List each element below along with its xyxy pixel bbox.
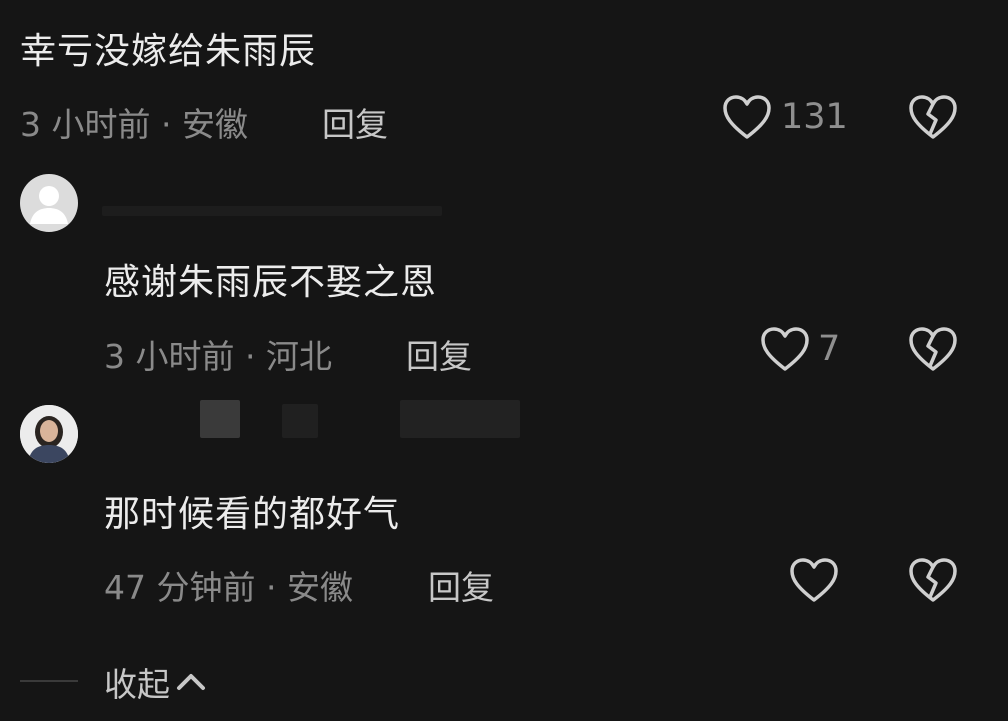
reply-button[interactable]: 回复	[428, 561, 494, 609]
heart-outline-icon	[723, 95, 771, 139]
like-button[interactable]	[789, 557, 839, 605]
comment-thread: 幸亏没嫁给朱雨辰 3 小时前 · 安徽 回复 131 感谢朱雨辰不娶之恩 3 小…	[0, 0, 1008, 721]
like-button[interactable]	[722, 94, 772, 142]
broken-heart-icon	[909, 558, 957, 602]
avatar[interactable]	[20, 174, 78, 232]
comment-meta: 3 小时前 · 安徽	[20, 105, 248, 144]
divider	[20, 680, 78, 682]
like-count: 131	[781, 97, 848, 137]
like-count: 7	[818, 329, 841, 369]
comment-meta: 47 分钟前 · 安徽	[104, 568, 353, 607]
reply-button[interactable]: 回复	[322, 98, 388, 146]
comment-meta: 3 小时前 · 河北	[104, 337, 332, 376]
comment-text: 那时候看的都好气	[104, 494, 401, 535]
username-redacted	[282, 404, 318, 438]
chevron-up-icon	[177, 674, 205, 690]
dislike-button[interactable]	[908, 557, 958, 605]
default-avatar-icon	[30, 186, 68, 224]
collapse-label: 收起	[104, 665, 170, 704]
username-redacted	[400, 400, 520, 438]
broken-heart-icon	[909, 95, 957, 139]
username-redacted	[200, 400, 240, 438]
comment-text: 幸亏没嫁给朱雨辰	[20, 31, 317, 72]
collapse-button[interactable]: 收起	[104, 660, 208, 704]
broken-heart-icon	[909, 327, 957, 371]
heart-outline-icon	[761, 327, 809, 371]
dislike-button[interactable]	[908, 94, 958, 142]
like-button[interactable]	[760, 326, 810, 374]
avatar[interactable]	[20, 405, 78, 463]
reply-button[interactable]: 回复	[406, 330, 472, 378]
username-redacted	[102, 206, 442, 216]
user-photo	[20, 405, 78, 463]
comment-text: 感谢朱雨辰不娶之恩	[104, 262, 438, 303]
dislike-button[interactable]	[908, 326, 958, 374]
heart-outline-icon	[790, 558, 838, 602]
